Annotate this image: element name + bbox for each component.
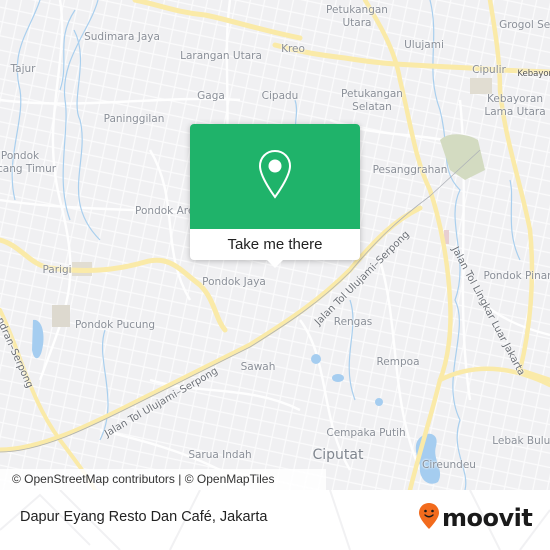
moovit-pin-icon (418, 502, 440, 535)
place-label: Gaga (197, 90, 225, 102)
moovit-wordmark: moovit (442, 504, 533, 532)
place-label: Pondok Pucung (74, 319, 156, 331)
moovit-logo[interactable]: moovit (418, 502, 533, 535)
popup-header (190, 124, 360, 229)
popup-tail (266, 259, 284, 268)
place-label: Kebayoran (517, 69, 550, 79)
place-label: Kreo (281, 43, 305, 55)
place-label: Rempoa (376, 356, 420, 368)
place-label: Pondok Kacang Timur (0, 150, 57, 175)
place-label: Grogol Selatan (499, 19, 550, 31)
take-me-there-button[interactable]: Take me there (190, 229, 360, 260)
place-label: Ciputat (312, 447, 364, 463)
map-view[interactable]: Sudimara Jaya Larangan Utara Tajur Gaga … (0, 0, 550, 490)
place-label: Lebak Bulus (492, 435, 550, 447)
place-label: Pondok Pinang (483, 270, 550, 282)
place-label: Paninggilan (103, 113, 165, 125)
place-label: Petukangan Selatan (341, 88, 403, 113)
map-attribution[interactable]: © OpenStreetMap contributors | © OpenMap… (0, 469, 326, 490)
place-label: Sarua Indah (188, 449, 252, 461)
place-label: Tajur (10, 63, 36, 75)
place-label: Pesanggrahan (372, 164, 448, 176)
place-label: Parigi (42, 264, 72, 276)
place-label: Larangan Utara (180, 50, 262, 62)
footer-bar: Dapur Eyang Resto Dan Café, Jakarta moov… (0, 490, 550, 550)
place-label: Rengas (333, 316, 373, 328)
location-popup: Take me there (190, 124, 360, 268)
place-label: Sudimara Jaya (84, 31, 160, 43)
place-label: Sawah (240, 361, 276, 373)
place-label: Pondok Jaya (202, 276, 266, 288)
place-label: Petukangan Utara (326, 4, 388, 29)
place-label: Kebayoran Lama Utara (484, 93, 546, 118)
place-label: Cipulir (472, 64, 506, 76)
place-label: Cempaka Putih (326, 427, 406, 439)
place-title: Dapur Eyang Resto Dan Café, Jakarta (20, 509, 268, 525)
map-pin-icon (256, 148, 294, 205)
place-label: Ulujami (404, 39, 444, 51)
place-label: Cireundeu (422, 459, 476, 471)
place-label: Cipadu (261, 90, 299, 102)
